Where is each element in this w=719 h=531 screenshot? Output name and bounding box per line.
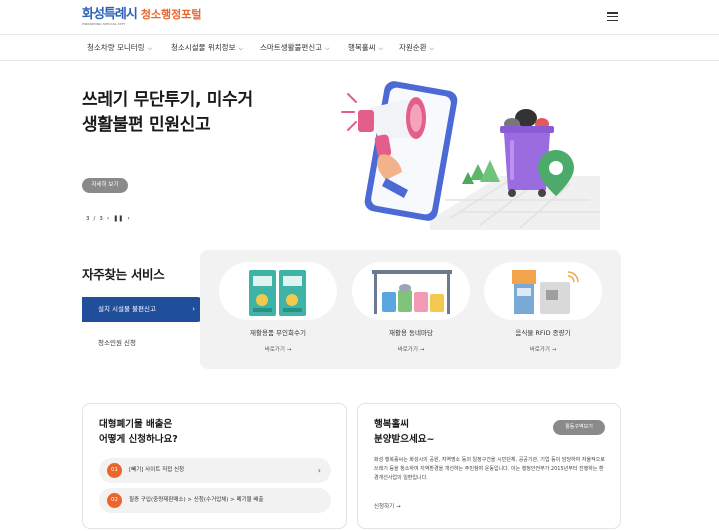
nav-item-facility-location[interactable]: 청소시설물 위치정보 ⌵ <box>171 42 243 53</box>
service-card-food-rfid[interactable]: 음식물 RFID 종량기 바로가기 → <box>484 262 602 353</box>
hero-more-button[interactable]: 자세히 보기 <box>82 178 128 193</box>
nav-item-recycling[interactable]: 자원순환 ⌵ <box>399 42 434 53</box>
arrow-right-icon: → <box>396 504 401 510</box>
pager-current: 3 <box>86 215 90 222</box>
chevron-down-icon: ⌵ <box>147 45 153 52</box>
tree-icon <box>462 160 500 184</box>
chevron-right-icon: › <box>317 466 321 475</box>
service-card-link[interactable]: 바로가기 → <box>219 345 337 353</box>
happy-seed-description: 화성 행복홀씨는 화성시의 공원, 지역명소 등의 일정구간을 시민단체, 공공… <box>374 457 605 481</box>
header: 화성특례시 HWASEONG SPECIAL CITY 청소행정포털 <box>0 0 719 34</box>
main-nav: 청소차량 모니터링 ⌵ 청소시설물 위치정보 ⌵ 스마트생활불편신고 ⌵ 행복홀씨 ⌵ … <box>0 34 719 61</box>
logo-mark-text: 화성특례시 <box>82 7 138 22</box>
activity-area-button[interactable]: 활동구역보기 <box>553 420 605 435</box>
happy-seed-title: 행복홀씨 분양받으세요~ <box>374 419 435 445</box>
hero-pager: 3 / 3 ‹ ❚❚ › <box>86 215 130 222</box>
pause-icon[interactable]: ❚❚ <box>113 215 123 222</box>
service-oval <box>352 262 470 320</box>
arrow-right-icon: → <box>286 347 292 353</box>
tab-label: 설치 시설물 불편신고 <box>98 305 156 313</box>
service-card-name: 음식물 RFID 종량기 <box>515 329 571 337</box>
pager-total: 3 <box>99 215 103 222</box>
arrow-right-icon: → <box>551 347 557 353</box>
hero-title: 쓰레기 무단투기, 미수거 생활불편 민원신고 <box>82 88 253 138</box>
service-oval <box>219 262 337 320</box>
nav-item-vehicle-monitoring[interactable]: 청소차량 모니터링 ⌵ <box>87 42 152 53</box>
service-card-recycle-yard[interactable]: 재활용 동네마당 바로가기 → <box>352 262 470 353</box>
service-card-name: 재활용 동네마당 <box>389 329 433 337</box>
chevron-right-icon: › <box>192 305 195 313</box>
bulky-step-1[interactable]: 01 [빼기] 사이트 직접 신청 › <box>99 458 331 483</box>
recycle-yard-icon <box>372 270 452 314</box>
pager-sep: / <box>93 215 96 222</box>
hero-title-line2: 생활불편 민원신고 <box>82 115 211 135</box>
apply-link[interactable]: 신청하기 → <box>374 502 401 510</box>
nav-item-smart-report[interactable]: 스마트생활불편신고 ⌵ <box>260 42 330 53</box>
services-tab-cleaning-request[interactable]: 청소민원 신청 <box>98 337 136 347</box>
nav-item-label: 청소차량 모니터링 <box>87 43 145 52</box>
nav-item-label: 청소시설물 위치정보 <box>171 43 236 52</box>
bulky-step-2[interactable]: 02 필증 구입(중량제판매소) > 신청(수거업체) > 폐기물 배출 <box>99 488 331 513</box>
hero-illustration <box>341 81 600 230</box>
logo-title: 청소행정포털 <box>140 8 202 21</box>
site-logo[interactable]: 화성특례시 HWASEONG SPECIAL CITY 청소행정포털 <box>82 6 202 27</box>
nav-item-label: 자원순환 <box>399 43 427 52</box>
step-number: 01 <box>107 463 122 478</box>
happy-seed-card: 행복홀씨 분양받으세요~ 활동구역보기 화성 행복홀씨는 화성시의 공원, 지역… <box>357 403 621 529</box>
service-oval <box>484 262 602 320</box>
services-tab-facility-report[interactable]: 설치 시설물 불편신고 › <box>82 297 209 322</box>
services-title: 자주찾는 서비스 <box>82 267 165 282</box>
nav-item-happy-seed[interactable]: 행복홀씨 ⌵ <box>348 42 383 53</box>
bulky-waste-title: 대형폐기물 배출은 어떻게 신청하나요? <box>99 419 178 445</box>
step-text: 필증 구입(중량제판매소) > 신청(수거업체) > 폐기물 배출 <box>129 497 264 503</box>
step-number: 02 <box>107 493 122 508</box>
service-card-link[interactable]: 바로가기 → <box>352 345 470 353</box>
next-icon[interactable]: › <box>127 215 129 222</box>
service-card-name: 재활용품 무인회수기 <box>250 329 306 337</box>
nav-item-label: 행복홀씨 <box>348 43 376 52</box>
chevron-down-icon: ⌵ <box>429 45 435 52</box>
step-text: [빼기] 사이트 직접 신청 <box>129 467 185 473</box>
service-card-recycle-machine[interactable]: 재활용품 무인회수기 바로가기 → <box>219 262 337 353</box>
arrow-right-icon: → <box>419 347 425 353</box>
bulky-waste-card: 대형폐기물 배출은 어떻게 신청하나요? 01 [빼기] 사이트 직접 신청 ›… <box>82 403 347 529</box>
chevron-down-icon: ⌵ <box>378 45 384 52</box>
hero-title-line1: 쓰레기 무단투기, 미수거 <box>82 90 253 110</box>
nav-item-label: 스마트생활불편신고 <box>260 43 323 52</box>
logo-mark: 화성특례시 HWASEONG SPECIAL CITY <box>82 7 138 27</box>
hamburger-menu-icon[interactable] <box>607 12 618 22</box>
logo-mark-sub: HWASEONG SPECIAL CITY <box>82 22 126 26</box>
service-card-link[interactable]: 바로가기 → <box>484 345 602 353</box>
rfid-meter-icon <box>512 270 579 314</box>
recycle-machine-icon <box>249 270 306 316</box>
prev-icon[interactable]: ‹ <box>107 215 109 222</box>
chevron-down-icon: ⌵ <box>325 45 330 52</box>
chevron-down-icon: ⌵ <box>238 45 244 52</box>
